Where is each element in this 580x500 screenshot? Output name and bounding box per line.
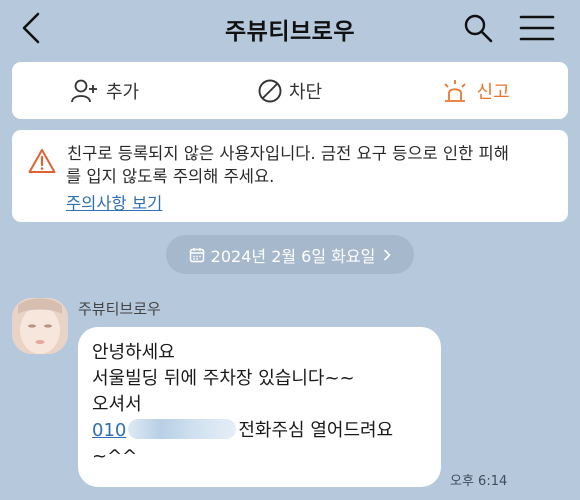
- chevron-right-icon: [384, 249, 391, 260]
- phone-number-link[interactable]: 010: [92, 419, 238, 441]
- profile-photo: [12, 298, 68, 354]
- block-label: 차단: [288, 81, 323, 103]
- add-friend-button[interactable]: 추가: [12, 62, 197, 119]
- sender-avatar[interactable]: [12, 298, 68, 354]
- friend-action-bar: 추가 차단 신고: [12, 62, 568, 119]
- precautions-link[interactable]: 주의사항 보기: [66, 190, 162, 214]
- date-label: 2024년 2월 6일 화요일: [210, 246, 376, 266]
- message-line: ~^^: [92, 446, 138, 467]
- block-button[interactable]: 차단: [197, 62, 382, 119]
- top-bar: 주뷰티브로우: [0, 0, 580, 58]
- notice-text: 친구로 등록되지 않은 사용자입니다. 금전 요구 등으로 인한 피해 를 입지…: [66, 142, 557, 186]
- message-timestamp: 오후 6:14: [450, 474, 508, 489]
- warning-icon: [28, 149, 56, 173]
- report-label: 신고: [476, 81, 510, 103]
- search-icon[interactable]: [462, 12, 494, 44]
- message-line-suffix: 전화주심 열어드려요: [238, 420, 394, 441]
- message-line-phone: 010 전화주심 열어드려요: [92, 418, 442, 444]
- block-icon: [258, 79, 282, 102]
- notice-line-2: 를 입지 않도록 주의해 주세요.: [66, 167, 275, 186]
- message-text: 안녕하세요 서울빌딩 뒤에 주차장 있습니다~~ 오셔서 010 전화주심 열어드…: [92, 340, 442, 470]
- notice-line-1: 친구로 등록되지 않은 사용자입니다. 금전 요구 등으로 인한 피해: [67, 144, 509, 163]
- add-person-icon: [71, 79, 97, 102]
- sender-name: 주뷰티브로우: [78, 300, 161, 318]
- message-line: 서울빌딩 뒤에 주차장 있습니다~~: [92, 368, 355, 389]
- message-line: 안녕하세요: [92, 342, 175, 363]
- report-button[interactable]: 신고: [382, 62, 568, 119]
- add-friend-label: 추가: [105, 81, 140, 103]
- calendar-icon: [189, 247, 204, 262]
- redacted-phone-number: [128, 419, 237, 439]
- message-line: 오셔서: [92, 394, 142, 415]
- siren-icon: [444, 79, 467, 102]
- unregistered-user-notice: 친구로 등록되지 않은 사용자입니다. 금전 요구 등으로 인한 피해 를 입지…: [12, 130, 568, 222]
- menu-icon[interactable]: [518, 12, 556, 44]
- phone-prefix: 010: [92, 420, 127, 441]
- date-divider[interactable]: 2024년 2월 6일 화요일: [166, 235, 414, 274]
